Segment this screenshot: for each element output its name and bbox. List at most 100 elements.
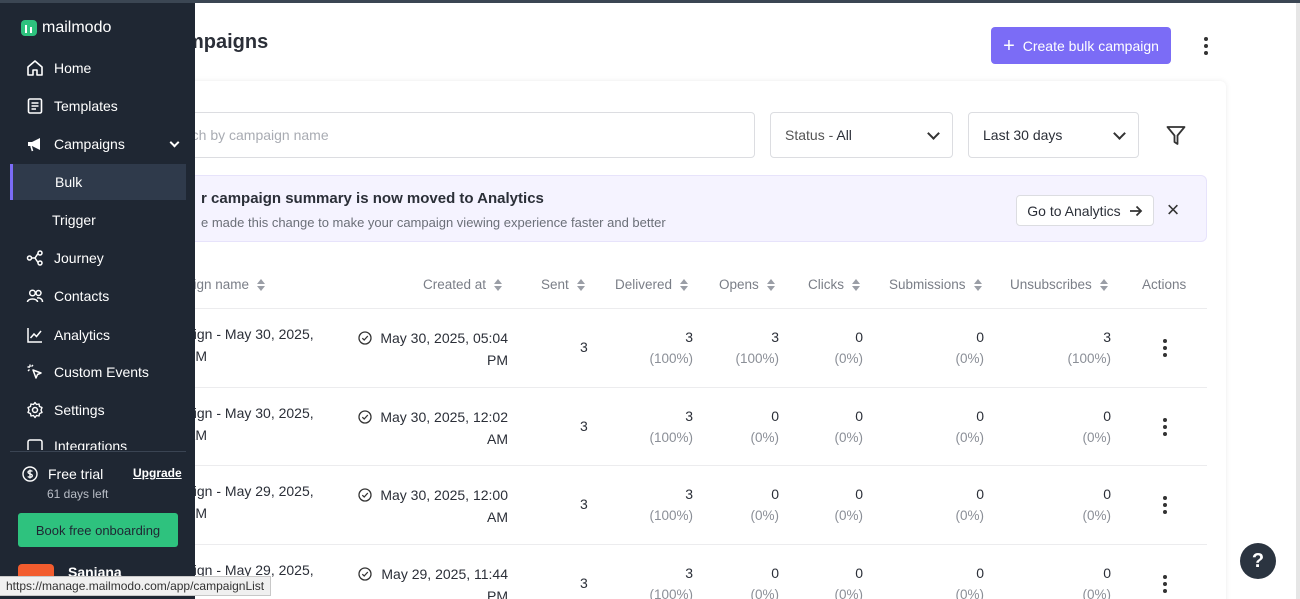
sort-icon: [1099, 278, 1108, 291]
sent-cell: 3: [580, 339, 588, 355]
clicks-cell: 0 (0%): [834, 565, 863, 599]
arrow-right-icon: [1129, 205, 1142, 216]
sidebar: mailmodo Home Templates Campaigns Bulk T…: [0, 3, 195, 599]
delivered-cell: 3 (100%): [649, 565, 693, 599]
col-header-actions: Actions: [1142, 277, 1187, 292]
banner-subtitle: e made this change to make your campaign…: [201, 215, 666, 230]
sidebar-item-settings[interactable]: Settings: [10, 392, 186, 428]
col-header-name[interactable]: aign name: [186, 277, 266, 292]
clicks-cell: 0 (0%): [834, 486, 863, 523]
sidebar-item-campaigns[interactable]: Campaigns: [10, 126, 186, 162]
submissions-cell: 0 (0%): [955, 329, 984, 366]
sent-cell: 3: [580, 575, 588, 591]
dollar-icon: [22, 466, 38, 482]
sidebar-item-journey[interactable]: Journey: [10, 240, 186, 276]
chevron-down-icon: [169, 137, 180, 148]
home-icon: [27, 60, 43, 76]
sidebar-item-integrations[interactable]: Integrations: [10, 430, 186, 450]
create-bulk-campaign-label: Create bulk campaign: [1022, 37, 1159, 54]
logo-icon: [21, 20, 37, 36]
go-to-analytics-button[interactable]: Go to Analytics: [1016, 195, 1154, 226]
col-header-clicks[interactable]: Clicks: [808, 277, 860, 292]
sidebar-item-contacts[interactable]: Contacts: [10, 278, 186, 314]
date-range-value: Last 30 days: [983, 127, 1063, 143]
sent-cell: 3: [580, 418, 588, 434]
status-filter-select[interactable]: Status - All: [770, 112, 953, 158]
help-button[interactable]: ?: [1240, 543, 1276, 579]
clicks-cell: 0 (0%): [834, 329, 863, 366]
row-actions-icon[interactable]: [1161, 339, 1169, 357]
created-at-cell: May 30, 2025, 05:04 PM: [358, 327, 508, 371]
analytics-banner: r campaign summary is now moved to Analy…: [150, 175, 1207, 242]
date-range-select[interactable]: Last 30 days: [968, 112, 1139, 158]
campaign-name-link[interactable]: aign - May 29, 2025, PM: [186, 480, 326, 524]
unsubscribes-cell: 0 (0%): [1082, 565, 1111, 599]
sidebar-item-custom-events[interactable]: Custom Events: [10, 354, 186, 390]
col-header-unsubscribes[interactable]: Unsubscribes: [1010, 277, 1108, 292]
scrollbar[interactable]: [1296, 3, 1300, 599]
sidebar-divider: [10, 451, 186, 452]
template-icon: [27, 98, 43, 114]
check-clock-icon: [358, 488, 372, 502]
sort-icon: [680, 278, 689, 291]
sort-icon: [852, 278, 860, 291]
sidebar-item-trigger[interactable]: Trigger: [10, 202, 186, 238]
mailmodo-logo[interactable]: mailmodo: [21, 19, 111, 37]
delivered-cell: 3 (100%): [649, 408, 693, 445]
col-header-opens[interactable]: Opens: [719, 277, 775, 292]
sidebar-item-home[interactable]: Home: [10, 50, 186, 86]
sort-icon: [973, 278, 982, 291]
clicks-cell: 0 (0%): [834, 408, 863, 445]
chevron-down-icon: [927, 126, 940, 140]
sort-icon: [766, 278, 775, 291]
col-header-created[interactable]: Created at: [423, 277, 503, 292]
filter-icon[interactable]: [1166, 125, 1186, 147]
delivered-cell: 3 (100%): [649, 486, 693, 523]
campaign-name-link[interactable]: aign - May 30, 2025, PM: [186, 323, 326, 367]
sort-icon: [494, 278, 503, 291]
submissions-cell: 0 (0%): [955, 565, 984, 599]
megaphone-icon: [28, 138, 40, 152]
col-header-sent[interactable]: Sent: [541, 277, 585, 292]
create-bulk-campaign-button[interactable]: + Create bulk campaign: [991, 27, 1171, 64]
sidebar-item-bulk[interactable]: Bulk: [10, 164, 186, 200]
chevron-down-icon: [1113, 126, 1126, 140]
unsubscribes-cell: 0 (0%): [1082, 486, 1111, 523]
plus-icon: +: [1003, 34, 1015, 57]
check-clock-icon: [358, 410, 372, 424]
opens-cell: 3 (100%): [735, 329, 779, 366]
status-filter-value: Status - All: [785, 127, 852, 143]
campaign-name-link[interactable]: aign - May 30, 2025, AM: [186, 402, 326, 446]
close-icon[interactable]: ×: [1163, 199, 1183, 221]
sidebar-item-templates[interactable]: Templates: [10, 88, 186, 124]
row-actions-icon[interactable]: [1161, 496, 1169, 514]
unsubscribes-cell: 0 (0%): [1082, 408, 1111, 445]
more-options-icon[interactable]: [1196, 33, 1216, 59]
status-bar-url: https://manage.mailmodo.com/app/campaign…: [0, 576, 272, 596]
opens-cell: 0 (0%): [750, 486, 779, 523]
logo-text: mailmodo: [42, 19, 112, 36]
go-to-analytics-label: Go to Analytics: [1027, 202, 1121, 219]
opens-cell: 0 (0%): [750, 565, 779, 599]
sidebar-item-analytics[interactable]: Analytics: [10, 317, 186, 353]
check-clock-icon: [358, 567, 372, 581]
col-header-delivered[interactable]: Delivered: [615, 277, 689, 292]
book-onboarding-button[interactable]: Book free onboarding: [18, 513, 178, 547]
journey-icon: [26, 250, 43, 266]
banner-title: r campaign summary is now moved to Analy…: [201, 190, 544, 207]
created-at-cell: May 29, 2025, 11:44 PM: [358, 563, 508, 599]
sort-icon: [257, 278, 266, 291]
upgrade-link[interactable]: Upgrade: [133, 466, 182, 480]
check-clock-icon: [358, 331, 372, 345]
row-actions-icon[interactable]: [1161, 575, 1169, 593]
row-actions-icon[interactable]: [1161, 418, 1169, 436]
integrations-icon: [27, 439, 43, 450]
unsubscribes-cell: 3 (100%): [1067, 329, 1111, 366]
page-title: mpaigns: [186, 31, 269, 53]
created-at-cell: May 30, 2025, 12:02 AM: [358, 406, 508, 450]
search-input[interactable]: rch by campaign name: [150, 112, 755, 158]
col-header-submissions[interactable]: Submissions: [889, 277, 982, 292]
sort-icon: [576, 278, 585, 291]
cursor-click-icon: [27, 364, 42, 379]
delivered-cell: 3 (100%): [649, 329, 693, 366]
